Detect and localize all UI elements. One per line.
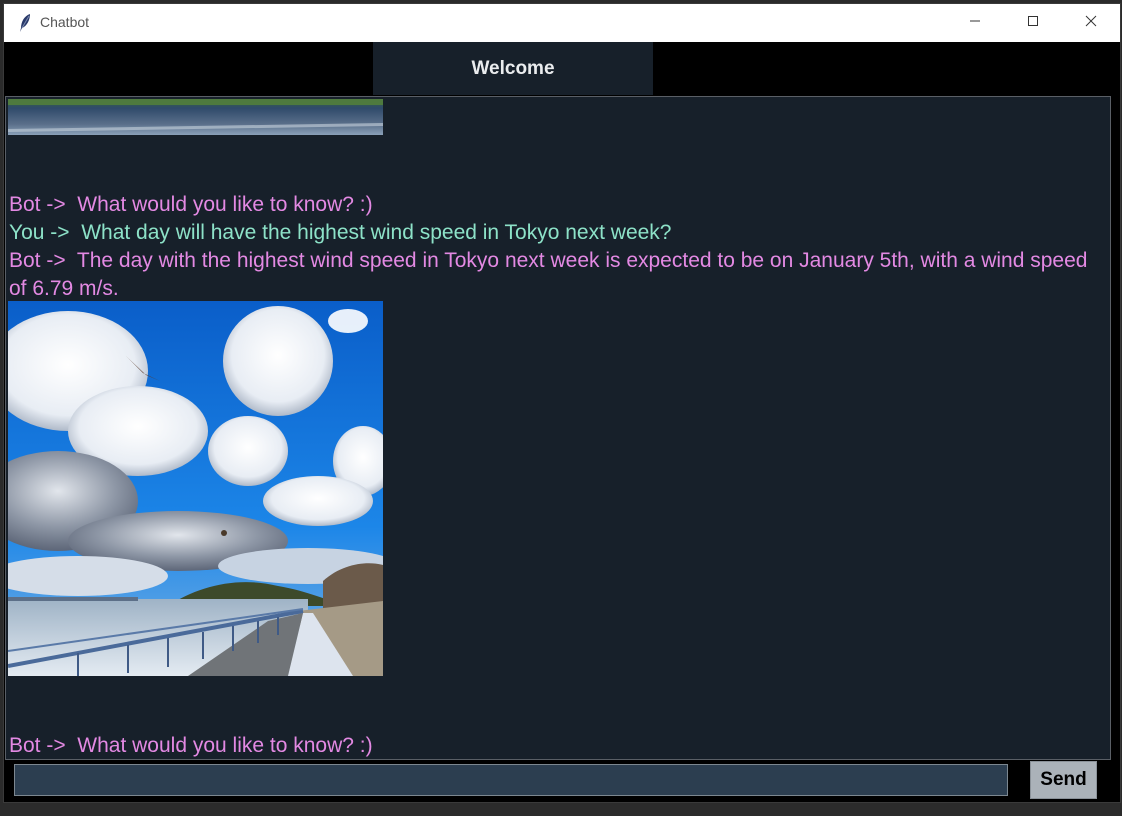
feather-icon [18, 13, 32, 33]
maximize-button[interactable] [1010, 4, 1056, 42]
chatbot-window: Chatbot Welcome Bot -> What would you li… [4, 4, 1120, 802]
maximize-icon [1027, 14, 1039, 32]
chat-image-sky [6, 301, 398, 676]
close-icon [1085, 14, 1097, 32]
welcome-header: Welcome [373, 42, 653, 95]
chat-message: You -> What day will have the highest wi… [9, 221, 672, 244]
close-button[interactable] [1068, 4, 1114, 42]
chat-message: Bot -> The day with the highest wind spe… [9, 249, 1094, 300]
chat-area[interactable]: Bot -> What would you like to know? :) Y… [5, 96, 1111, 760]
message-input[interactable] [14, 764, 1008, 796]
chat-message: Bot -> What would you like to know? :) [9, 193, 373, 216]
window-title: Chatbot [40, 14, 90, 30]
send-button[interactable]: Send [1030, 761, 1097, 799]
title-bar: Chatbot [4, 4, 1120, 42]
minimize-button[interactable] [952, 4, 998, 42]
minimize-icon [969, 14, 981, 32]
chat-image-partial [8, 99, 383, 135]
chat-message: Bot -> What would you like to know? :) [9, 734, 373, 757]
